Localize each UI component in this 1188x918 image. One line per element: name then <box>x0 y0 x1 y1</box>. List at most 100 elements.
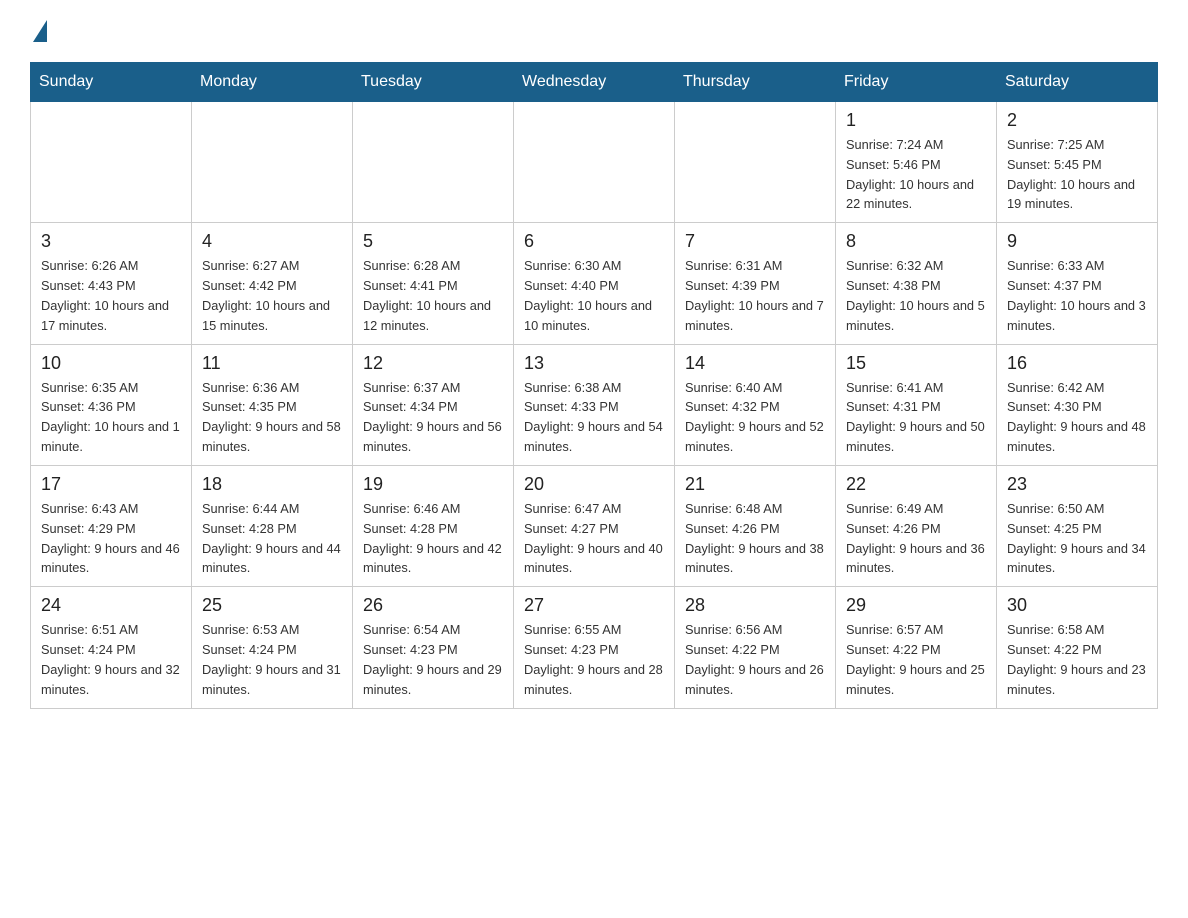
day-number: 15 <box>846 353 986 374</box>
day-info: Sunrise: 6:44 AMSunset: 4:28 PMDaylight:… <box>202 499 342 578</box>
calendar-cell: 15 Sunrise: 6:41 AMSunset: 4:31 PMDayligh… <box>836 344 997 465</box>
calendar-cell <box>675 102 836 223</box>
calendar-cell: 28 Sunrise: 6:56 AMSunset: 4:22 PMDayligh… <box>675 587 836 708</box>
weekday-header-wednesday: Wednesday <box>514 63 675 102</box>
calendar-cell: 16Sunrise: 6:42 AMSunset: 4:30 PMDayligh… <box>997 344 1158 465</box>
calendar-week-3: 10Sunrise: 6:35 AMSunset: 4:36 PMDayligh… <box>31 344 1158 465</box>
day-info: Sunrise: 6:43 AMSunset: 4:29 PMDaylight:… <box>41 499 181 578</box>
calendar-cell <box>353 102 514 223</box>
calendar-cell: 9 Sunrise: 6:33 AMSunset: 4:37 PMDaylight… <box>997 223 1158 344</box>
day-number: 6 <box>524 231 664 252</box>
day-info: Sunrise: 6:50 AMSunset: 4:25 PMDaylight:… <box>1007 499 1147 578</box>
calendar-cell: 20Sunrise: 6:47 AMSunset: 4:27 PMDayligh… <box>514 465 675 586</box>
day-info: Sunrise: 6:35 AMSunset: 4:36 PMDaylight:… <box>41 378 181 457</box>
calendar-week-2: 3 Sunrise: 6:26 AMSunset: 4:43 PMDaylight… <box>31 223 1158 344</box>
day-number: 28 <box>685 595 825 616</box>
day-info: Sunrise: 6:58 AMSunset: 4:22 PMDaylight:… <box>1007 620 1147 699</box>
day-info: Sunrise: 6:37 AMSunset: 4:34 PMDaylight:… <box>363 378 503 457</box>
day-info: Sunrise: 6:28 AMSunset: 4:41 PMDaylight:… <box>363 256 503 335</box>
day-number: 27 <box>524 595 664 616</box>
calendar-cell: 27 Sunrise: 6:55 AMSunset: 4:23 PMDayligh… <box>514 587 675 708</box>
day-number: 11 <box>202 353 342 374</box>
calendar-cell: 3 Sunrise: 6:26 AMSunset: 4:43 PMDaylight… <box>31 223 192 344</box>
day-info: Sunrise: 6:38 AMSunset: 4:33 PMDaylight:… <box>524 378 664 457</box>
day-number: 29 <box>846 595 986 616</box>
day-info: Sunrise: 6:40 AMSunset: 4:32 PMDaylight:… <box>685 378 825 457</box>
day-number: 16 <box>1007 353 1147 374</box>
day-info: Sunrise: 6:55 AMSunset: 4:23 PMDaylight:… <box>524 620 664 699</box>
calendar-cell <box>192 102 353 223</box>
calendar-cell: 7 Sunrise: 6:31 AMSunset: 4:39 PMDaylight… <box>675 223 836 344</box>
day-info: Sunrise: 6:33 AMSunset: 4:37 PMDaylight:… <box>1007 256 1147 335</box>
logo-triangle-icon <box>33 20 47 42</box>
day-info: Sunrise: 6:56 AMSunset: 4:22 PMDaylight:… <box>685 620 825 699</box>
calendar-cell: 24 Sunrise: 6:51 AMSunset: 4:24 PMDayligh… <box>31 587 192 708</box>
day-number: 22 <box>846 474 986 495</box>
day-info: Sunrise: 6:53 AMSunset: 4:24 PMDaylight:… <box>202 620 342 699</box>
weekday-header-thursday: Thursday <box>675 63 836 102</box>
weekday-header-row: SundayMondayTuesdayWednesdayThursdayFrid… <box>31 63 1158 102</box>
weekday-header-friday: Friday <box>836 63 997 102</box>
calendar-cell: 10Sunrise: 6:35 AMSunset: 4:36 PMDayligh… <box>31 344 192 465</box>
day-number: 30 <box>1007 595 1147 616</box>
calendar-cell: 30 Sunrise: 6:58 AMSunset: 4:22 PMDayligh… <box>997 587 1158 708</box>
day-number: 3 <box>41 231 181 252</box>
day-info: Sunrise: 6:49 AMSunset: 4:26 PMDaylight:… <box>846 499 986 578</box>
day-info: Sunrise: 6:41 AMSunset: 4:31 PMDaylight:… <box>846 378 986 457</box>
day-number: 18 <box>202 474 342 495</box>
day-number: 17 <box>41 474 181 495</box>
calendar-week-1: 1 Sunrise: 7:24 AMSunset: 5:46 PMDaylight… <box>31 102 1158 223</box>
calendar-week-5: 24 Sunrise: 6:51 AMSunset: 4:24 PMDayligh… <box>31 587 1158 708</box>
calendar-cell: 13Sunrise: 6:38 AMSunset: 4:33 PMDayligh… <box>514 344 675 465</box>
calendar-cell: 25 Sunrise: 6:53 AMSunset: 4:24 PMDayligh… <box>192 587 353 708</box>
day-info: Sunrise: 6:54 AMSunset: 4:23 PMDaylight:… <box>363 620 503 699</box>
calendar-cell <box>31 102 192 223</box>
day-info: Sunrise: 6:31 AMSunset: 4:39 PMDaylight:… <box>685 256 825 335</box>
day-number: 9 <box>1007 231 1147 252</box>
day-number: 7 <box>685 231 825 252</box>
day-number: 5 <box>363 231 503 252</box>
day-number: 14 <box>685 353 825 374</box>
calendar-cell: 14 Sunrise: 6:40 AMSunset: 4:32 PMDayligh… <box>675 344 836 465</box>
day-number: 23 <box>1007 474 1147 495</box>
calendar-cell: 6 Sunrise: 6:30 AMSunset: 4:40 PMDaylight… <box>514 223 675 344</box>
page-header <box>30 20 1158 44</box>
day-info: Sunrise: 6:26 AMSunset: 4:43 PMDaylight:… <box>41 256 181 335</box>
day-number: 20 <box>524 474 664 495</box>
calendar-cell: 23 Sunrise: 6:50 AMSunset: 4:25 PMDayligh… <box>997 465 1158 586</box>
weekday-header-saturday: Saturday <box>997 63 1158 102</box>
calendar-cell: 5 Sunrise: 6:28 AMSunset: 4:41 PMDaylight… <box>353 223 514 344</box>
calendar-cell: 29Sunrise: 6:57 AMSunset: 4:22 PMDayligh… <box>836 587 997 708</box>
day-info: Sunrise: 6:32 AMSunset: 4:38 PMDaylight:… <box>846 256 986 335</box>
day-number: 8 <box>846 231 986 252</box>
weekday-header-monday: Monday <box>192 63 353 102</box>
day-number: 24 <box>41 595 181 616</box>
day-number: 4 <box>202 231 342 252</box>
day-info: Sunrise: 6:48 AMSunset: 4:26 PMDaylight:… <box>685 499 825 578</box>
calendar-table: SundayMondayTuesdayWednesdayThursdayFrid… <box>30 62 1158 709</box>
day-info: Sunrise: 6:51 AMSunset: 4:24 PMDaylight:… <box>41 620 181 699</box>
weekday-header-sunday: Sunday <box>31 63 192 102</box>
calendar-cell: 22 Sunrise: 6:49 AMSunset: 4:26 PMDayligh… <box>836 465 997 586</box>
day-info: Sunrise: 7:24 AMSunset: 5:46 PMDaylight:… <box>846 135 986 214</box>
day-number: 19 <box>363 474 503 495</box>
calendar-cell: 21Sunrise: 6:48 AMSunset: 4:26 PMDayligh… <box>675 465 836 586</box>
calendar-cell: 19 Sunrise: 6:46 AMSunset: 4:28 PMDayligh… <box>353 465 514 586</box>
day-info: Sunrise: 6:30 AMSunset: 4:40 PMDaylight:… <box>524 256 664 335</box>
day-info: Sunrise: 6:36 AMSunset: 4:35 PMDaylight:… <box>202 378 342 457</box>
day-info: Sunrise: 7:25 AMSunset: 5:45 PMDaylight:… <box>1007 135 1147 214</box>
calendar-cell: 26Sunrise: 6:54 AMSunset: 4:23 PMDayligh… <box>353 587 514 708</box>
calendar-week-4: 17 Sunrise: 6:43 AMSunset: 4:29 PMDayligh… <box>31 465 1158 586</box>
calendar-cell: 8 Sunrise: 6:32 AMSunset: 4:38 PMDaylight… <box>836 223 997 344</box>
day-number: 25 <box>202 595 342 616</box>
calendar-cell: 1 Sunrise: 7:24 AMSunset: 5:46 PMDaylight… <box>836 102 997 223</box>
weekday-header-tuesday: Tuesday <box>353 63 514 102</box>
calendar-cell: 4Sunrise: 6:27 AMSunset: 4:42 PMDaylight… <box>192 223 353 344</box>
day-number: 2 <box>1007 110 1147 131</box>
calendar-cell: 12Sunrise: 6:37 AMSunset: 4:34 PMDayligh… <box>353 344 514 465</box>
day-info: Sunrise: 6:46 AMSunset: 4:28 PMDaylight:… <box>363 499 503 578</box>
logo <box>30 20 47 44</box>
calendar-cell: 11 Sunrise: 6:36 AMSunset: 4:35 PMDayligh… <box>192 344 353 465</box>
calendar-cell: 18 Sunrise: 6:44 AMSunset: 4:28 PMDayligh… <box>192 465 353 586</box>
day-number: 1 <box>846 110 986 131</box>
